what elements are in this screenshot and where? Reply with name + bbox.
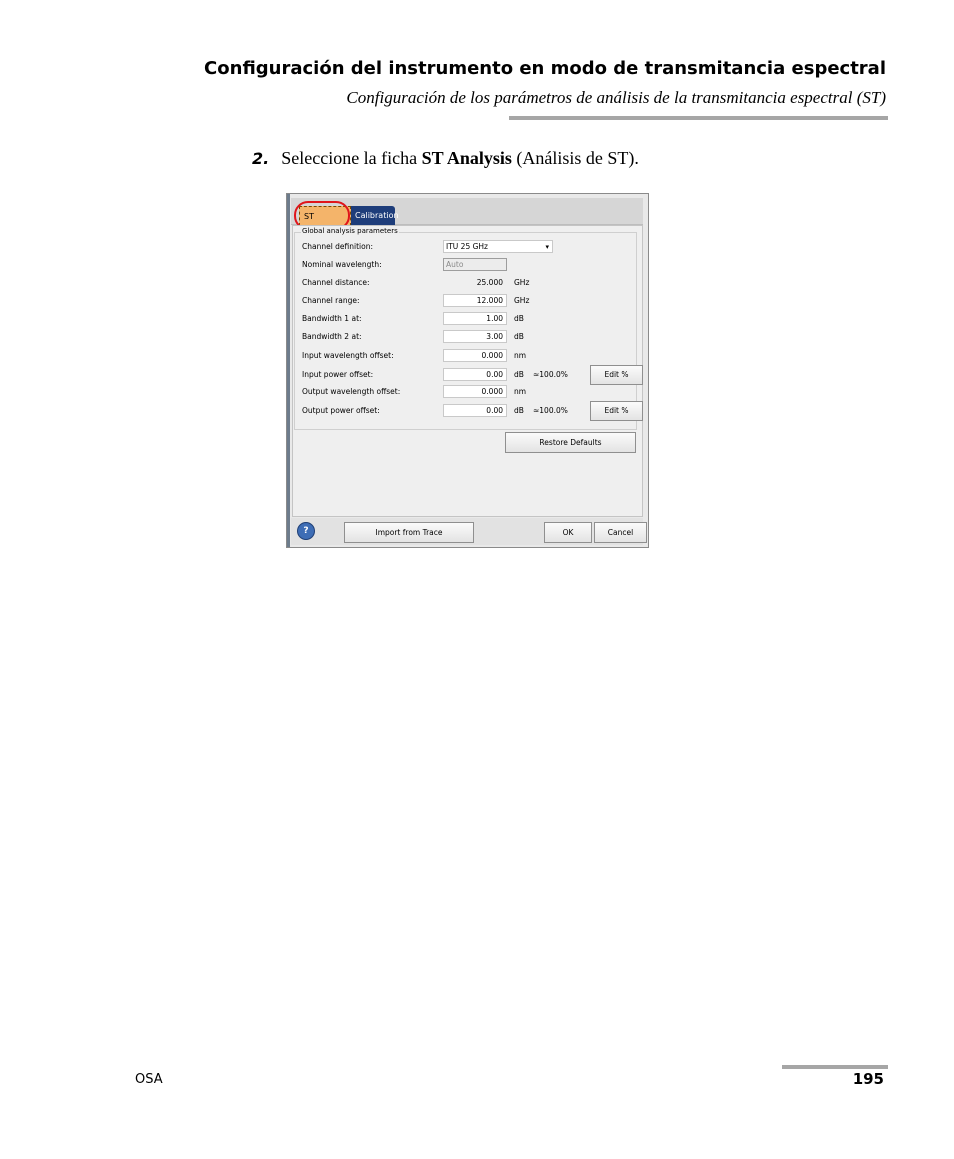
input-wavelength-offset-input[interactable]: 0.000 [443,349,507,362]
tab-bar: ST Analysis Calibration [291,198,643,241]
row-label: Channel definition: [302,242,374,251]
row-input-wavelength-offset: Input wavelength offset: 0.000 nm [302,349,632,363]
edit-percent-button-output[interactable]: Edit % [590,401,643,421]
bandwidth-2-input[interactable]: 3.00 [443,330,507,343]
row-bandwidth-2: Bandwidth 2 at: 3.00 dB [302,330,632,344]
st-analysis-dialog: ST Analysis Calibration Global analysis … [286,193,649,548]
row-unit: dB [514,314,524,323]
input-power-offset-input[interactable]: 0.00 [443,368,507,381]
row-nominal-wavelength: Nominal wavelength: Auto [302,258,632,272]
header-rule [509,116,888,120]
section-subtitle: Configuración de los parámetros de análi… [346,88,886,107]
input-power-percent: ≈100.0% [533,370,568,379]
row-unit: dB [514,332,524,341]
import-from-trace-button[interactable]: Import from Trace [344,522,474,543]
row-label: Output wavelength offset: [302,387,401,396]
restore-defaults-button[interactable]: Restore Defaults [505,432,636,453]
step-text-before: Seleccione la ficha [281,148,418,168]
row-label: Channel range: [302,296,360,305]
select-value: ITU 25 GHz [446,242,488,251]
row-unit: nm [514,351,527,360]
cancel-button[interactable]: Cancel [594,522,647,543]
output-power-percent: ≈100.0% [533,406,568,415]
chevron-down-icon: ▾ [545,243,549,251]
help-icon[interactable]: ? [297,522,315,540]
row-unit: nm [514,387,527,396]
step-number: 2. [252,149,270,168]
ok-button[interactable]: OK [544,522,592,543]
channel-definition-select[interactable]: ITU 25 GHz ▾ [443,240,553,253]
channel-distance-value: 25.000 [476,278,503,287]
footer-product: OSA [135,1072,163,1087]
row-unit: GHz [514,296,530,305]
channel-range-input[interactable]: 12.000 [443,294,507,307]
edit-percent-button-input[interactable]: Edit % [590,365,643,385]
step-bold-term: ST Analysis [421,148,512,168]
page-number: 195 [852,1070,884,1088]
nominal-wavelength-field: Auto [443,258,507,271]
row-unit: dB [514,370,524,379]
row-channel-definition: Channel definition: ITU 25 GHz ▾ [302,240,632,254]
row-label: Channel distance: [302,278,370,287]
dialog-footer: ? Import from Trace OK Cancel [291,518,647,545]
tab-calibration[interactable]: Calibration [351,206,399,226]
row-label: Input power offset: [302,370,374,379]
row-channel-distance: Channel distance: 25.000 GHz [302,276,632,290]
row-label: Nominal wavelength: [302,260,382,269]
row-label: Bandwidth 2 at: [302,332,362,341]
chapter-title: Configuración del instrumento en modo de… [204,58,886,79]
dialog-edge [287,194,290,547]
step-text-after: (Análisis de ST). [516,148,639,168]
row-bandwidth-1: Bandwidth 1 at: 1.00 dB [302,312,632,326]
group-label: Global analysis parameters [301,227,399,235]
step-instruction: 2. Seleccione la ficha ST Analysis (Análi… [252,148,639,169]
output-power-offset-input[interactable]: 0.00 [443,404,507,417]
row-output-power-offset: Output power offset: 0.00 dB ≈100.0% Edi… [302,401,643,421]
row-channel-range: Channel range: 12.000 GHz [302,294,632,308]
output-wavelength-offset-input[interactable]: 0.000 [443,385,507,398]
row-label: Output power offset: [302,406,380,415]
footer-rule [782,1065,888,1069]
row-output-wavelength-offset: Output wavelength offset: 0.000 nm [302,385,632,399]
row-label: Input wavelength offset: [302,351,394,360]
row-unit: GHz [514,278,530,287]
bandwidth-1-input[interactable]: 1.00 [443,312,507,325]
row-unit: dB [514,406,524,415]
row-label: Bandwidth 1 at: [302,314,362,323]
row-input-power-offset: Input power offset: 0.00 dB ≈100.0% Edit… [302,365,643,385]
